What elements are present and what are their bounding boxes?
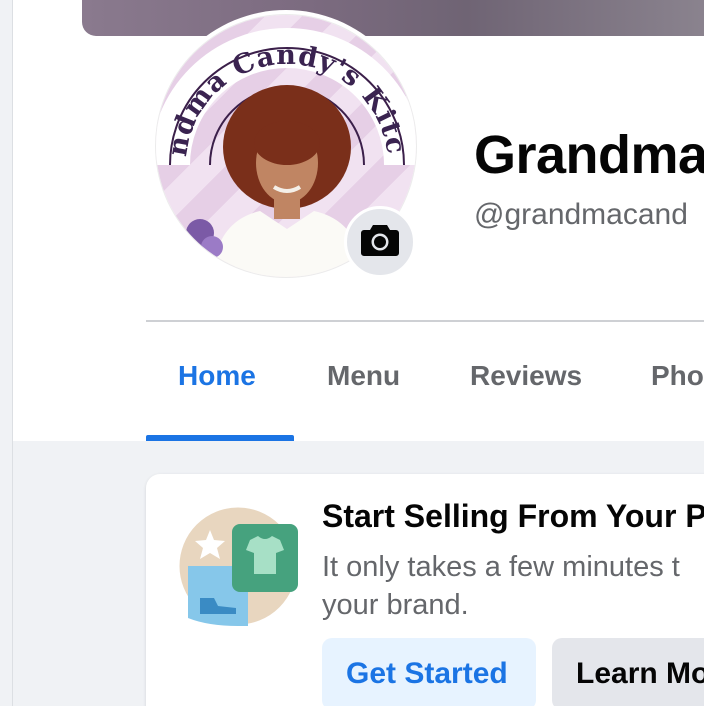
card-description-line: It only takes a few minutes t [322,551,680,583]
learn-more-button[interactable]: Learn Mo [552,638,704,706]
card-description-line: your brand. [322,589,469,621]
page-handle: @grandmacand [474,198,688,231]
update-profile-photo-button[interactable] [344,206,416,278]
left-gutter [0,0,12,706]
facebook-page-profile: Grandma Candy's Kitchen Grandma @grandma… [0,0,704,706]
card-title: Start Selling From Your P [322,498,704,534]
get-started-button[interactable]: Get Started [322,638,536,706]
card-description: It only takes a few minutes t your brand… [322,548,704,624]
shop-icon [178,506,298,626]
tab-menu[interactable]: Menu [327,360,400,404]
cover-photo[interactable] [82,0,704,36]
tab-photos[interactable]: Pho [651,360,704,404]
camera-icon [360,223,400,262]
page-title: Grandma [474,125,704,185]
tab-reviews[interactable]: Reviews [470,360,582,404]
tab-home[interactable]: Home [178,360,256,404]
tabs-divider [146,320,704,322]
